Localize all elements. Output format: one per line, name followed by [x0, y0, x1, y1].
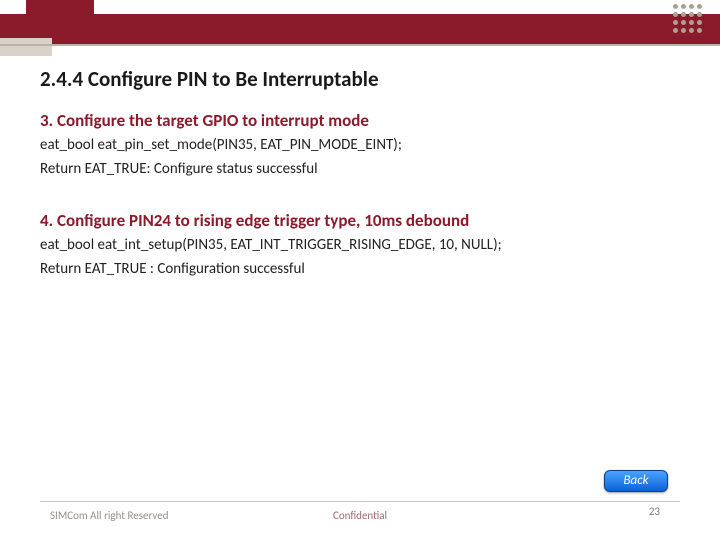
step-4: 4. Configure PIN24 to rising edge trigge…: [40, 210, 680, 280]
footer-confidential: Confidential: [333, 509, 387, 522]
header-underline: [0, 44, 720, 46]
step-3-result: Return EAT_TRUE: Configure status succes…: [40, 159, 680, 179]
slide-content: 2.4.4 Configure PIN to Be Interruptable …: [40, 66, 680, 283]
dot-grid-icon: [673, 4, 702, 33]
header-light-block: [0, 38, 52, 56]
step-3-heading: 3. Configure the target GPIO to interrup…: [40, 110, 680, 131]
step-3: 3. Configure the target GPIO to interrup…: [40, 110, 680, 180]
step-4-heading: 4. Configure PIN24 to rising edge trigge…: [40, 210, 680, 231]
slide-title: 2.4.4 Configure PIN to Be Interruptable: [40, 66, 680, 92]
step-4-code: eat_bool eat_int_setup(PIN35, EAT_INT_TR…: [40, 235, 680, 255]
footer-copyright: SIMCom All right Reserved: [50, 509, 169, 522]
back-button[interactable]: Back: [604, 470, 668, 492]
step-4-result: Return EAT_TRUE : Configuration successf…: [40, 259, 680, 279]
header-band: [0, 14, 720, 44]
step-3-code: eat_bool eat_pin_set_mode(PIN35, EAT_PIN…: [40, 135, 680, 155]
page-number: 23: [649, 505, 660, 518]
footer-rule: [40, 501, 680, 502]
header-accent: [26, 0, 94, 18]
